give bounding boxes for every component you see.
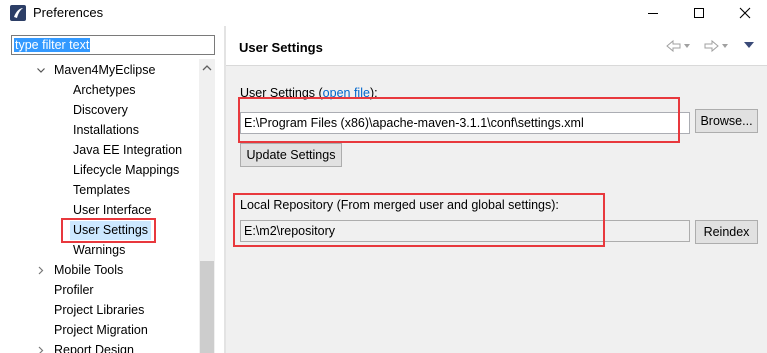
scroll-up-button[interactable]	[199, 59, 215, 76]
tree-item-java-ee-integration[interactable]: Java EE Integration	[73, 141, 182, 160]
tree-item-report-design[interactable]: Report Design	[54, 341, 134, 353]
tree-item-maven4myeclipse[interactable]: Maven4MyEclipse	[54, 61, 155, 80]
forward-arrow-icon[interactable]	[702, 39, 720, 53]
preferences-tree-pane: type filter text Maven4MyEclipse Archety…	[0, 26, 225, 353]
chevron-up-icon	[202, 64, 212, 70]
tree-item-archetypes[interactable]: Archetypes	[73, 81, 136, 100]
maximize-button[interactable]	[676, 0, 722, 26]
scrollbar-thumb[interactable]	[200, 261, 214, 353]
chevron-down-icon[interactable]	[722, 44, 728, 49]
local-repository-label: Local Repository (From merged user and g…	[240, 198, 559, 212]
tree-item-project-libraries[interactable]: Project Libraries	[54, 301, 144, 320]
maximize-icon	[694, 8, 704, 18]
filter-input[interactable]: type filter text	[11, 35, 215, 55]
user-settings-label: User Settings (open file):	[240, 86, 378, 100]
chevron-down-icon[interactable]	[36, 61, 46, 80]
chevron-right-icon[interactable]	[36, 261, 46, 280]
tree-item-lifecycle-mappings[interactable]: Lifecycle Mappings	[73, 161, 179, 180]
tree-item-user-settings[interactable]: User Settings	[70, 221, 152, 240]
chevron-right-icon[interactable]	[36, 341, 46, 353]
back-arrow-icon[interactable]	[665, 39, 683, 53]
reindex-button[interactable]: Reindex	[695, 220, 758, 244]
browse-button[interactable]: Browse...	[695, 109, 758, 133]
tree-item-mobile-tools[interactable]: Mobile Tools	[54, 261, 123, 280]
filter-input-text: type filter text	[14, 38, 91, 52]
user-settings-path-field[interactable]: E:\Program Files (x86)\apache-maven-3.1.…	[240, 112, 690, 134]
tree-item-templates[interactable]: Templates	[73, 181, 130, 200]
minimize-icon	[648, 13, 658, 14]
close-icon	[739, 7, 751, 19]
minimize-button[interactable]	[630, 0, 676, 26]
tree-item-installations[interactable]: Installations	[73, 121, 139, 140]
page-header: User Settings	[226, 26, 767, 66]
title-bar: Preferences	[0, 0, 767, 26]
tree-item-warnings[interactable]: Warnings	[73, 241, 125, 260]
open-file-link[interactable]: open file	[323, 86, 370, 100]
update-settings-button[interactable]: Update Settings	[240, 143, 342, 167]
menu-dropdown-icon[interactable]	[744, 42, 754, 49]
chevron-down-icon[interactable]	[684, 44, 690, 49]
tree-item-project-migration[interactable]: Project Migration	[54, 321, 148, 340]
eclipse-icon	[10, 5, 26, 21]
settings-page: User Settings User Settings (open file):…	[226, 26, 767, 353]
local-repository-path-field[interactable]: E:\m2\repository	[240, 220, 690, 242]
tree-item-user-interface[interactable]: User Interface	[73, 201, 152, 220]
window-title: Preferences	[33, 5, 104, 20]
tree-item-discovery[interactable]: Discovery	[73, 101, 128, 120]
tree-item-profiler[interactable]: Profiler	[54, 281, 94, 300]
page-title: User Settings	[239, 40, 323, 55]
close-button[interactable]	[722, 0, 767, 26]
